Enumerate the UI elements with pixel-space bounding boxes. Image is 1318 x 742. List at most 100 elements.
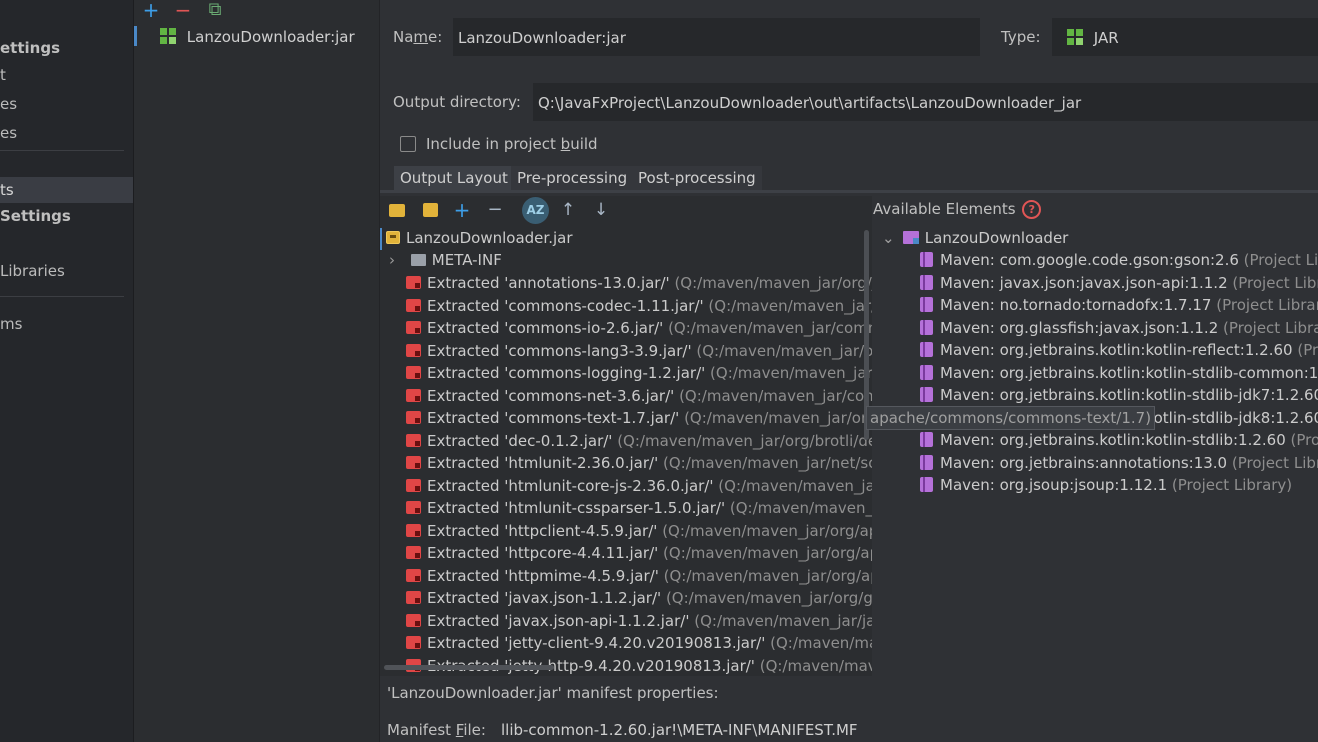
add-artifact-button[interactable]: +: [140, 0, 162, 22]
extracted-path: (Q:/maven/maven_jar/commons-net): [679, 386, 872, 405]
library-item[interactable]: Maven: org.jetbrains:annotations:13.0 (P…: [920, 452, 1318, 474]
library-item[interactable]: Maven: org.glassfish:javax.json:1.1.2 (P…: [920, 317, 1318, 339]
tree-row-extracted[interactable]: Extracted 'dec-0.1.2.jar/' (Q:/maven/mav…: [406, 430, 872, 452]
artifact-item-lanzoudownloader-jar[interactable]: LanzouDownloader:jar: [160, 26, 355, 48]
nav-item-3[interactable]: es: [0, 120, 17, 146]
library-name: Maven: org.glassfish:javax.json:1.1.2: [940, 318, 1219, 337]
library-scope: (Project Library): [1223, 318, 1318, 337]
nav-item-2[interactable]: es: [0, 91, 17, 117]
add-copy-icon[interactable]: +: [452, 200, 472, 220]
tab-output-layout[interactable]: Output Layout: [394, 166, 514, 191]
library-name: Maven: com.google.code.gson:gson:2.6: [940, 251, 1239, 269]
type-select[interactable]: JAR: [1052, 18, 1318, 56]
tree-row-extracted[interactable]: Extracted 'javax.json-1.1.2.jar/' (Q:/ma…: [406, 587, 872, 609]
sort-alphabetically-icon[interactable]: AZ: [522, 197, 549, 224]
library-name: Maven: org.jetbrains:annotations:13.0: [940, 453, 1228, 472]
library-scope: (Project Library): [1232, 273, 1318, 292]
nav-item-0[interactable]: ettings: [0, 35, 60, 61]
tree-row-extracted[interactable]: Extracted 'jetty-client-9.4.20.v20190813…: [406, 632, 872, 654]
artifact-item-label: LanzouDownloader:jar: [186, 28, 355, 46]
tree-row-extracted[interactable]: Extracted 'commons-codec-1.11.jar/' (Q:/…: [406, 295, 872, 317]
new-archive-icon[interactable]: [420, 200, 440, 220]
move-down-icon[interactable]: ↓: [591, 200, 611, 220]
extracted-name: Extracted 'javax.json-1.1.2.jar/': [427, 589, 662, 607]
library-item[interactable]: Maven: no.tornado:tornadofx:1.7.17 (Proj…: [920, 294, 1318, 316]
library-icon: [920, 432, 933, 447]
extracted-path: (Q:/maven/maven_jar/net): [718, 476, 872, 495]
manifest-file-label: Manifest File:: [387, 721, 486, 739]
library-item[interactable]: Maven: org.jetbrains.kotlin:kotlin-stdli…: [920, 384, 1318, 406]
remove-element-icon[interactable]: −: [485, 200, 505, 220]
tree-row-extracted[interactable]: Extracted 'javax.json-api-1.1.2.jar/' (Q…: [406, 610, 872, 632]
output-root-label: LanzouDownloader.jar: [406, 229, 573, 247]
extracted-name: Extracted 'htmlunit-core-js-2.36.0.jar/': [427, 476, 714, 495]
extracted-path: (Q:/maven/maven_jar/net/sourceforge): [662, 454, 872, 472]
library-item[interactable]: Maven: org.jetbrains.kotlin:kotlin-stdli…: [920, 429, 1318, 451]
include-in-build-checkbox[interactable]: [400, 136, 416, 152]
module-label: LanzouDownloader: [924, 229, 1069, 247]
selection-indicator: [134, 26, 137, 46]
output-directory-field[interactable]: Q:\JavaFxProject\LanzouDownloader\out\ar…: [533, 83, 1318, 121]
extracted-name: Extracted 'commons-text-1.7.jar/': [427, 409, 680, 427]
remove-artifact-button[interactable]: −: [172, 0, 194, 22]
tree-row-extracted[interactable]: Extracted 'httpcore-4.4.11.jar/' (Q:/mav…: [406, 542, 872, 564]
library-scope: (Project Library): [1231, 453, 1318, 472]
extracted-archive-icon: [406, 343, 421, 357]
extracted-archive-icon: [406, 433, 421, 447]
extracted-path: (Q:/maven/maven_jar/org/glassfish): [665, 589, 872, 607]
nav-item-7[interactable]: ms: [0, 311, 22, 337]
tree-row-extracted[interactable]: Extracted 'commons-lang3-3.9.jar/' (Q:/m…: [406, 340, 872, 362]
library-item[interactable]: Maven: javax.json:javax.json-api:1.1.2 (…: [920, 272, 1318, 294]
move-up-icon[interactable]: ↑: [558, 200, 578, 220]
library-item[interactable]: Maven: org.jetbrains.kotlin:kotlin-refle…: [920, 339, 1318, 361]
tree-row-extracted[interactable]: Extracted 'commons-text-1.7.jar/' (Q:/ma…: [406, 407, 872, 429]
nav-item-6[interactable]: Libraries: [0, 258, 65, 284]
library-item[interactable]: Maven: org.jetbrains.kotlin:kotlin-stdli…: [920, 362, 1318, 384]
manifest-heading: 'LanzouDownloader.jar' manifest properti…: [387, 684, 719, 702]
tree-selection-bar: [380, 228, 382, 250]
meta-inf-folder[interactable]: › META-INF: [389, 249, 502, 271]
nav-item-5[interactable]: Settings: [0, 203, 71, 229]
tree-row-extracted[interactable]: Extracted 'htmlunit-2.36.0.jar/' (Q:/mav…: [406, 452, 872, 474]
tree-row-extracted[interactable]: Extracted 'htmlunit-core-js-2.36.0.jar/'…: [406, 475, 872, 497]
library-icon: [920, 477, 933, 492]
chevron-right-icon[interactable]: ›: [389, 249, 401, 271]
extracted-path: (Q:/maven/maven_jar/commons-io): [668, 319, 872, 337]
tree-row-extracted[interactable]: Extracted 'htmlunit-cssparser-1.5.0.jar/…: [406, 497, 872, 519]
library-item[interactable]: Maven: org.jsoup:jsoup:1.12.1 (Project L…: [920, 474, 1318, 496]
nav-item-1[interactable]: t: [0, 62, 6, 88]
extracted-archive-icon: [406, 523, 421, 537]
extracted-name: Extracted 'htmlunit-cssparser-1.5.0.jar/…: [427, 499, 726, 517]
library-item[interactable]: Maven: com.google.code.gson:gson:2.6 (Pr…: [920, 249, 1318, 271]
library-name: Maven: org.jetbrains.kotlin:kotlin-stdli…: [940, 363, 1318, 382]
library-icon: [920, 274, 933, 290]
extracted-path: (Q:/maven/maven_jar/net): [729, 499, 872, 517]
settings-nav: ettings t es es ts Settings Libraries ms: [0, 0, 134, 742]
available-module[interactable]: ⌄ LanzouDownloader: [882, 227, 1068, 249]
output-root-jar[interactable]: LanzouDownloader.jar: [386, 227, 573, 249]
extracted-path: (Q:/maven/maven_jar/org/apache): [663, 566, 872, 585]
library-icon: [920, 342, 933, 357]
tree-row-extracted[interactable]: Extracted 'httpclient-4.5.9.jar/' (Q:/ma…: [406, 520, 872, 542]
extracted-path: (Q:/maven/maven_jar/org/jetbrains/annota…: [674, 274, 872, 292]
tree-row-extracted[interactable]: Extracted 'commons-io-2.6.jar/' (Q:/mave…: [406, 317, 872, 339]
tab-post-processing[interactable]: Post-processing: [632, 166, 762, 191]
tree-row-extracted[interactable]: Extracted 'httpmime-4.5.9.jar/' (Q:/mave…: [406, 565, 872, 587]
tree-row-extracted[interactable]: Extracted 'commons-logging-1.2.jar/' (Q:…: [406, 362, 872, 384]
tree-row-extracted[interactable]: Extracted 'commons-net-3.6.jar/' (Q:/mav…: [406, 385, 872, 407]
copy-artifact-button[interactable]: ⧉: [204, 0, 226, 22]
new-folder-icon[interactable]: [387, 200, 407, 220]
library-icon: [920, 252, 933, 267]
tree-horizontal-scrollbar[interactable]: [384, 665, 554, 670]
name-field[interactable]: LanzouDownloader:jar: [453, 18, 980, 56]
extracted-name: Extracted 'httpmime-4.5.9.jar/': [427, 566, 659, 585]
library-name: Maven: org.jetbrains.kotlin:kotlin-refle…: [940, 341, 1293, 359]
nav-item-4[interactable]: ts: [0, 177, 133, 203]
manifest-file-field[interactable]: llib-common-1.2.60.jar!\META-INF\MANIFES…: [501, 721, 858, 739]
tree-row-extracted[interactable]: Extracted 'annotations-13.0.jar/' (Q:/ma…: [406, 272, 872, 294]
chevron-down-icon[interactable]: ⌄: [882, 227, 895, 249]
help-icon[interactable]: ?: [1022, 200, 1042, 219]
tab-pre-processing[interactable]: Pre-processing: [511, 166, 634, 191]
jar-type-icon: [1067, 29, 1083, 45]
library-icon: [920, 319, 933, 335]
